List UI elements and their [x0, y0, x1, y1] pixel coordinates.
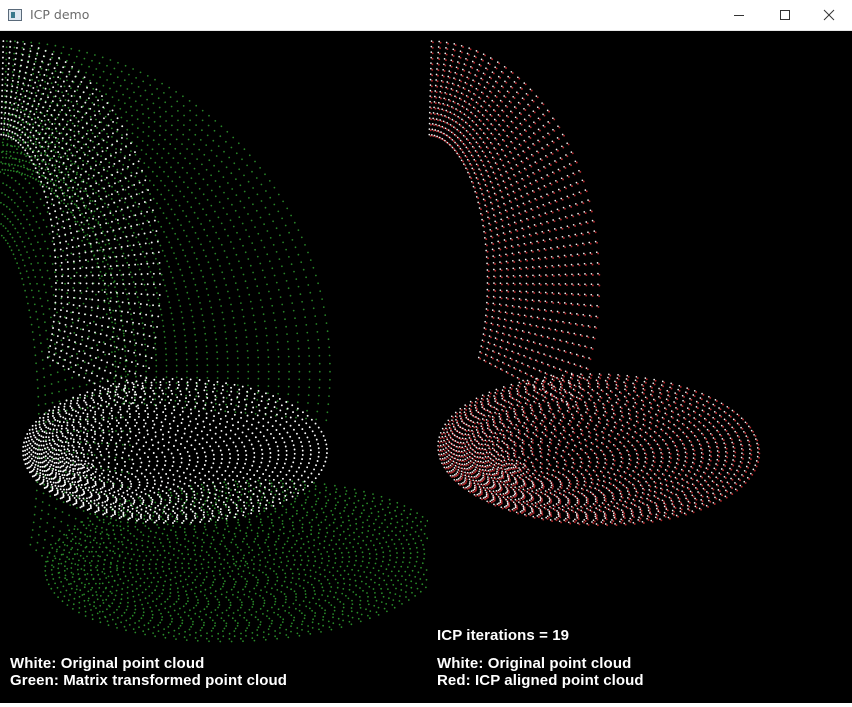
minimize-button[interactable] [716, 0, 762, 30]
title-bar: ICP demo [0, 0, 852, 31]
transformed-point-cloud [0, 40, 428, 643]
left-viewport[interactable]: White: Original point cloud Green: Matri… [0, 31, 428, 703]
close-button[interactable] [806, 0, 852, 30]
close-icon [823, 9, 835, 21]
window-title: ICP demo [30, 7, 90, 22]
window-bottom-border [0, 703, 852, 707]
legend-original-right: White: Original point cloud [437, 655, 632, 672]
right-viewport[interactable]: ICP iterations = 19 White: Original poin… [428, 31, 852, 703]
maximize-button[interactable] [762, 0, 808, 30]
icp-iterations-label: ICP iterations = 19 [437, 627, 570, 644]
legend-transformed: Green: Matrix transformed point cloud [10, 672, 288, 689]
legend-original-left: White: Original point cloud [10, 655, 205, 672]
minimize-icon [734, 15, 744, 16]
maximize-icon [780, 10, 790, 20]
aligned-point-cloud [428, 40, 761, 527]
legend-aligned: Red: ICP aligned point cloud [437, 672, 644, 689]
visualizer-viewport[interactable]: White: Original point cloud Green: Matri… [0, 31, 852, 703]
app-icon [8, 9, 22, 21]
